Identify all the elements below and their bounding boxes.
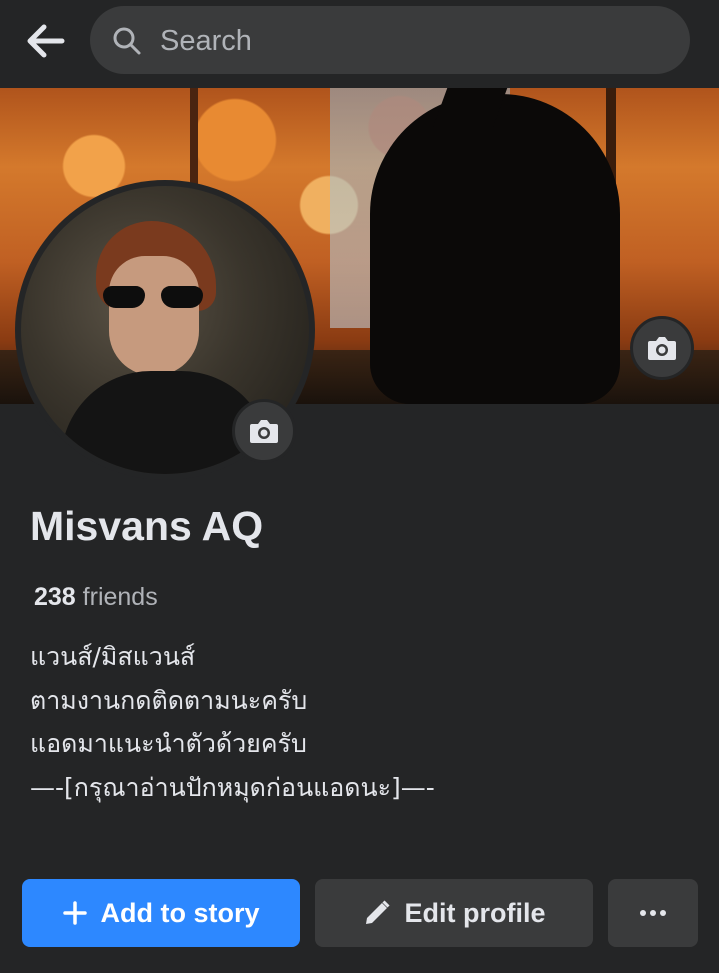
edit-profile-button[interactable]: Edit profile — [315, 879, 593, 947]
friends-label: friends — [82, 583, 158, 611]
search-bar[interactable] — [90, 6, 690, 74]
edit-profile-picture-button[interactable] — [232, 399, 296, 463]
profile-bio: แวนส์/มิสแวนส์ ตามงานกดติดตามนะครับ แอดม… — [30, 635, 435, 809]
top-bar — [0, 0, 719, 88]
profile-name: Misvans AQ — [30, 503, 264, 549]
camera-icon — [250, 420, 278, 443]
bio-line: แอดมาแนะนำตัวด้วยครับ — [30, 729, 307, 758]
search-input[interactable] — [158, 20, 662, 62]
back-button[interactable] — [22, 20, 68, 62]
more-options-button[interactable] — [608, 879, 698, 947]
avatar-face — [109, 256, 199, 376]
pencil-icon — [363, 899, 391, 927]
plus-icon — [62, 901, 87, 925]
search-icon — [113, 27, 141, 55]
edit-cover-photo-button[interactable] — [630, 316, 694, 380]
avatar-sunglasses — [103, 286, 203, 308]
add-to-story-label: Add to story — [100, 897, 260, 928]
camera-icon — [648, 337, 676, 360]
bio-line: —-[กรุณาอ่านปักหมุดก่อนแอดนะ]—- — [30, 772, 435, 802]
friends-count[interactable]: 238 friends — [34, 583, 158, 612]
add-to-story-button[interactable]: Add to story — [22, 879, 300, 947]
bio-line: แวนส์/มิสแวนส์ — [30, 642, 196, 671]
cover-cat-silhouette — [370, 94, 620, 404]
arrow-left-icon — [27, 24, 65, 58]
friends-number: 238 — [34, 583, 76, 611]
edit-profile-label: Edit profile — [404, 897, 546, 928]
bio-line: ตามงานกดติดตามนะครับ — [30, 685, 308, 715]
more-dots-icon — [640, 910, 666, 916]
